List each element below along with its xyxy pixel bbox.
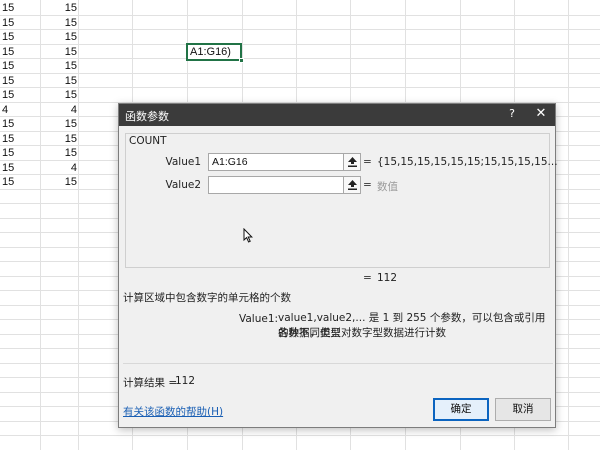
value2-result-placeholder: 数值	[377, 181, 398, 193]
sheet-cell[interactable]: 15	[40, 132, 77, 146]
sheet-cell[interactable]: 15	[40, 74, 77, 88]
sheet-cell[interactable]: 15	[2, 175, 42, 189]
ok-button[interactable]: 确定	[433, 398, 489, 421]
sheet-cell[interactable]: 15	[2, 117, 42, 131]
function-name: COUNT	[127, 135, 169, 147]
collapse-dialog-icon	[348, 157, 357, 167]
sheet-cell[interactable]: 15	[2, 132, 42, 146]
sheet-cell[interactable]: 15	[40, 30, 77, 44]
value1-label: Value1	[165, 156, 201, 168]
value1-collapse-button[interactable]	[343, 153, 361, 171]
sheet-cell[interactable]: 15	[40, 146, 77, 160]
close-icon[interactable]: ✕	[533, 106, 549, 121]
sheet-cell[interactable]: 15	[40, 16, 77, 30]
calc-result-label: 计算结果 =	[123, 377, 178, 389]
value1-input[interactable]: A1:G16	[208, 153, 344, 171]
column-gridline	[568, 0, 569, 450]
row-gridline	[0, 43, 600, 45]
cancel-button[interactable]: 取消	[495, 398, 551, 421]
sheet-cell[interactable]: 15	[40, 59, 77, 73]
sheet-cell[interactable]: 15	[40, 45, 77, 59]
row-gridline	[0, 72, 600, 74]
row-gridline	[0, 29, 600, 30]
arg-description-line2: 的数据，但只对数字型数据进行计数	[278, 327, 446, 339]
mouse-cursor-icon	[243, 228, 253, 243]
sheet-cell[interactable]: 15	[2, 16, 42, 30]
value1-input-text: A1:G16	[212, 156, 248, 168]
sheet-cell[interactable]: 4	[2, 103, 42, 117]
sheet-cell[interactable]: 15	[40, 175, 77, 189]
sheet-cell[interactable]: 15	[40, 1, 77, 15]
sheet-cell[interactable]: 15	[2, 59, 42, 73]
row-gridline	[0, 87, 600, 88]
row-gridline	[0, 14, 600, 16]
sheet-cell[interactable]: 15	[2, 30, 42, 44]
function-arguments-dialog: 函数参数 ? ✕ COUNT Value1 A1:G16 = {15,15,15…	[118, 103, 558, 428]
sheet-cell[interactable]: 15	[2, 74, 42, 88]
calc-result-value: 112	[175, 375, 196, 387]
fill-handle[interactable]	[239, 58, 244, 63]
row-gridline	[0, 435, 600, 436]
sheet-cell[interactable]: 15	[40, 88, 77, 102]
help-icon[interactable]: ?	[505, 107, 519, 120]
value1-equals: =	[363, 156, 372, 168]
sheet-cell[interactable]: 4	[40, 161, 77, 175]
value1-result: {15,15,15,15,15,15;15,15,15,15...	[377, 156, 558, 168]
sheet-cell[interactable]: 15	[2, 161, 42, 175]
dialog-titlebar[interactable]: 函数参数 ? ✕	[119, 104, 555, 126]
active-cell-text: A1:G16)	[190, 46, 231, 58]
value2-input[interactable]	[208, 176, 344, 194]
arg-description-label: Value1:	[239, 313, 279, 325]
sheet-cell[interactable]: 15	[40, 117, 77, 131]
sheet-cell[interactable]: 15	[2, 88, 42, 102]
value2-collapse-button[interactable]	[343, 176, 361, 194]
divider	[123, 363, 553, 364]
value2-equals: =	[363, 179, 372, 191]
sheet-cell[interactable]: 15	[2, 45, 42, 59]
function-help-link[interactable]: 有关该函数的帮助(H)	[123, 404, 223, 419]
formula-result-equals: =	[363, 272, 372, 284]
sheet-cell[interactable]: 15	[2, 1, 42, 15]
sheet-cell[interactable]: 4	[40, 103, 77, 117]
column-gridline	[78, 0, 79, 450]
formula-result-value: 112	[377, 272, 398, 284]
value2-label: Value2	[165, 179, 201, 191]
active-cell[interactable]: A1:G16)	[186, 43, 244, 63]
dialog-title: 函数参数	[125, 110, 169, 123]
row-gridline	[0, 58, 600, 59]
collapse-dialog-icon	[348, 180, 357, 190]
sheet-cell[interactable]: 15	[2, 146, 42, 160]
function-description: 计算区域中包含数字的单元格的个数	[123, 292, 291, 304]
